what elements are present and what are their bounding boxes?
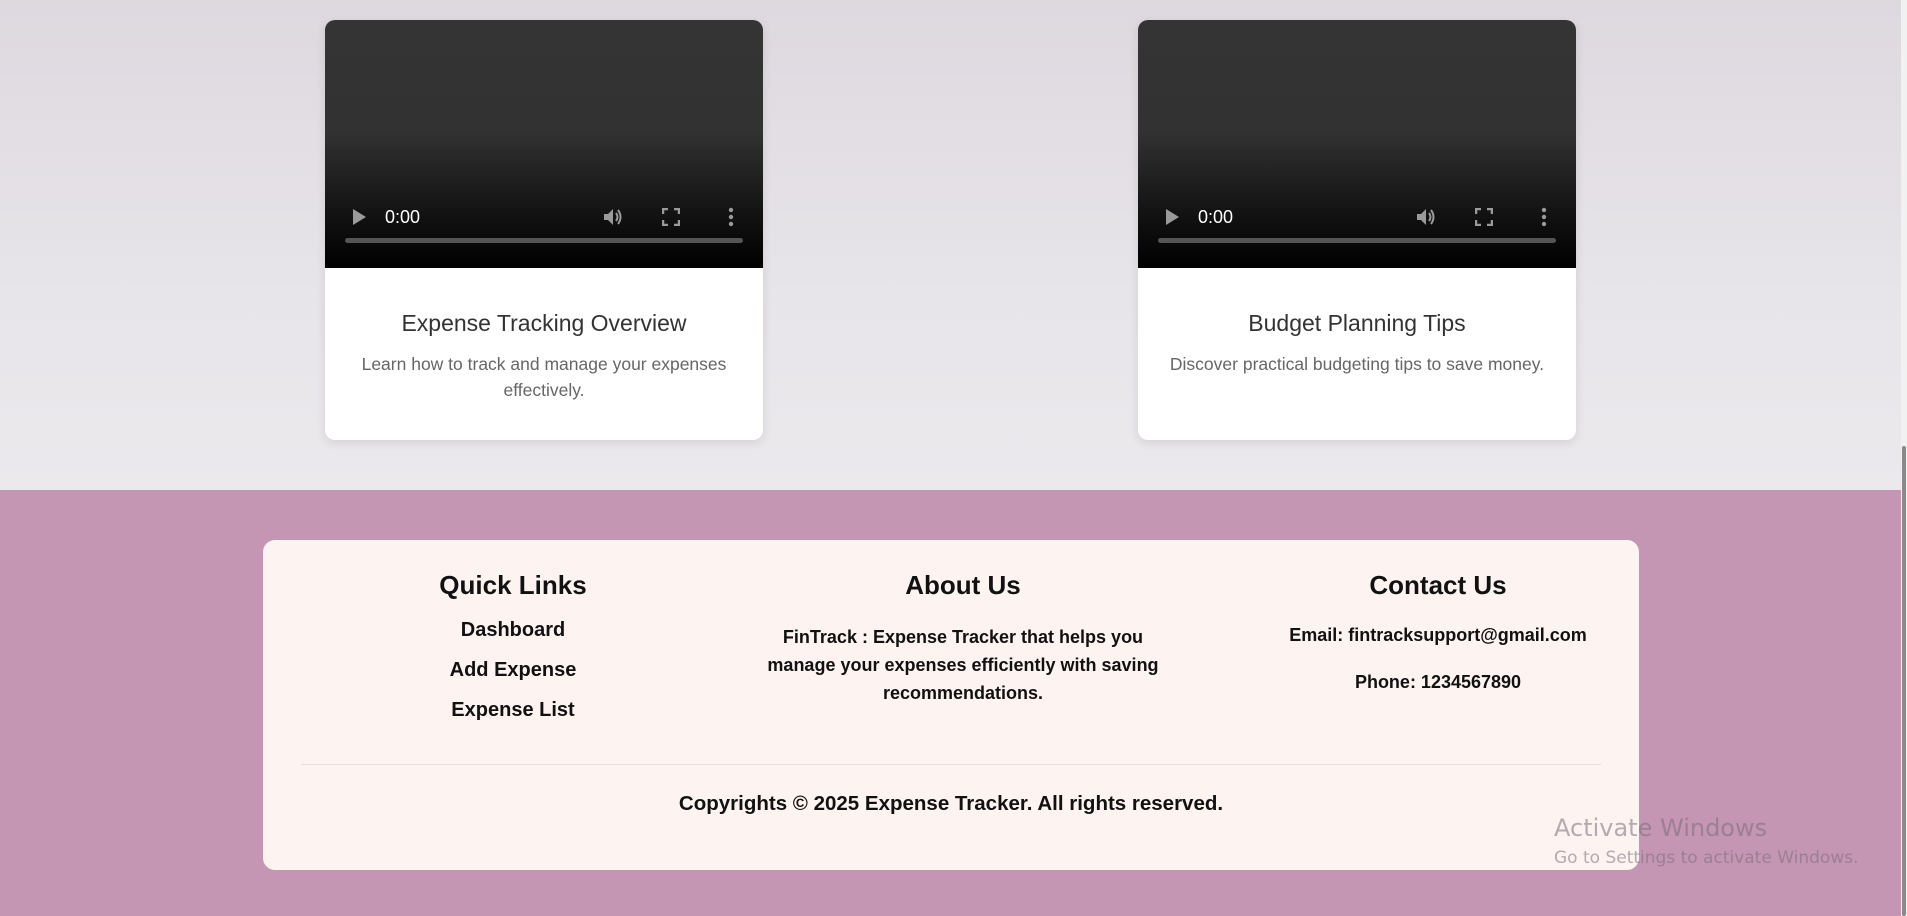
watermark-title: Activate Windows bbox=[1554, 814, 1768, 842]
about-text: FinTrack : Expense Tracker that helps yo… bbox=[767, 627, 1159, 703]
watermark-subtitle: Go to Settings to activate Windows. bbox=[1554, 848, 1859, 868]
more-options-icon[interactable] bbox=[1532, 205, 1556, 229]
scrollbar[interactable] bbox=[1901, 0, 1907, 916]
volume-icon[interactable] bbox=[1413, 205, 1439, 229]
about-section: About Us FinTrack : Expense Tracker that… bbox=[753, 570, 1173, 707]
video-title: Expense Tracking Overview bbox=[401, 310, 687, 336]
video-card-body: Budget Planning Tips Discover practical … bbox=[1138, 310, 1576, 377]
copyright-text: Copyrights © 2025 Expense Tracker. All r… bbox=[678, 792, 1224, 815]
volume-icon[interactable] bbox=[600, 205, 626, 229]
footer-link-add-expense[interactable]: Add Expense bbox=[363, 655, 663, 685]
video-controls: 0:00 bbox=[325, 205, 763, 235]
video-section: 0:00 Expense Tracking Overview Learn how… bbox=[0, 0, 1901, 490]
video-card: 0:00 Expense Tracking Overview Learn how… bbox=[325, 20, 763, 440]
video-description: Learn how to track and manage your expen… bbox=[361, 354, 727, 400]
play-icon[interactable] bbox=[1160, 205, 1184, 229]
more-options-icon[interactable] bbox=[719, 205, 743, 229]
video-card: 0:00 Budget Planning Tips Discover pract… bbox=[1138, 20, 1576, 440]
contact-phone: Phone: 1234567890 bbox=[1354, 672, 1522, 692]
video-player[interactable]: 0:00 bbox=[1138, 20, 1576, 268]
video-time: 0:00 bbox=[385, 206, 421, 227]
video-progress-bar[interactable] bbox=[345, 238, 743, 243]
footer-link-dashboard[interactable]: Dashboard bbox=[363, 615, 663, 645]
video-title: Budget Planning Tips bbox=[1248, 310, 1466, 336]
play-icon[interactable] bbox=[347, 205, 371, 229]
video-time: 0:00 bbox=[1198, 206, 1234, 227]
video-player[interactable]: 0:00 bbox=[325, 20, 763, 268]
fullscreen-icon[interactable] bbox=[659, 205, 683, 229]
footer-divider bbox=[301, 764, 1601, 765]
fullscreen-icon[interactable] bbox=[1472, 205, 1496, 229]
quick-links-section: Quick Links Dashboard Add Expense Expens… bbox=[363, 570, 663, 725]
video-card-body: Expense Tracking Overview Learn how to t… bbox=[325, 310, 763, 403]
about-heading: About Us bbox=[905, 570, 1021, 600]
video-controls: 0:00 bbox=[1138, 205, 1576, 235]
quick-links-heading: Quick Links bbox=[439, 570, 587, 600]
footer-link-expense-list[interactable]: Expense List bbox=[363, 695, 663, 725]
contact-email: Email: fintracksupport@gmail.com bbox=[1289, 625, 1587, 645]
activate-windows-watermark: Activate Windows Go to Settings to activ… bbox=[1554, 814, 1859, 868]
scrollbar-thumb[interactable] bbox=[1902, 446, 1906, 916]
video-progress-bar[interactable] bbox=[1158, 238, 1556, 243]
contact-section: Contact Us Email: fintracksupport@gmail.… bbox=[1268, 570, 1608, 693]
contact-heading: Contact Us bbox=[1369, 570, 1507, 600]
video-description: Discover practical budgeting tips to sav… bbox=[1169, 354, 1545, 374]
footer-card: Quick Links Dashboard Add Expense Expens… bbox=[263, 540, 1639, 870]
